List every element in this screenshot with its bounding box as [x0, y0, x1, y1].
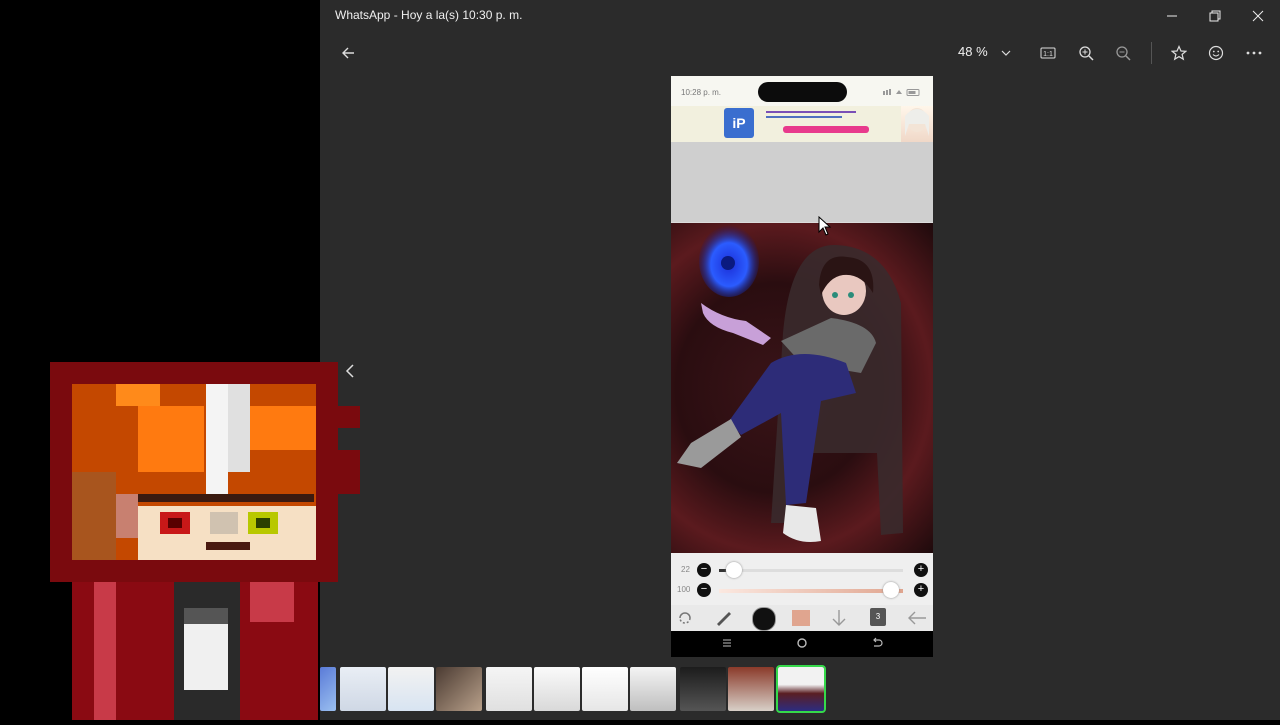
chevron-down-icon — [1001, 50, 1011, 56]
ad-text — [766, 109, 866, 124]
back-button[interactable] — [334, 40, 362, 66]
thumbnail-item[interactable] — [486, 667, 532, 711]
pixel-avatar-overlay — [50, 362, 360, 720]
zoom-dropdown[interactable] — [992, 40, 1020, 66]
zoom-level[interactable]: 48 % — [958, 44, 988, 59]
opacity-slider-track[interactable] — [719, 589, 903, 593]
back-nav-icon[interactable] — [871, 637, 883, 652]
displayed-image[interactable]: 10:28 p. m. iP ↶ ☰ ▦ ◌ ✎ ▲ — [671, 76, 933, 657]
toolbar-divider — [1151, 42, 1152, 64]
minimize-button[interactable] — [1150, 0, 1194, 32]
zoom-in-icon — [1079, 46, 1094, 61]
thumbnail-item[interactable] — [436, 667, 482, 711]
battery-wifi-icon — [883, 89, 920, 96]
ad-cta-button[interactable] — [783, 126, 869, 133]
thumbnail-item[interactable] — [582, 667, 628, 711]
restore-icon — [1209, 10, 1221, 22]
size-decrease-button[interactable]: − — [697, 563, 711, 577]
opacity-slider-handle[interactable] — [883, 582, 899, 598]
color-picker-icon[interactable] — [752, 607, 776, 631]
collapse-panel-button[interactable] — [343, 362, 357, 380]
svg-text:1:1: 1:1 — [1043, 51, 1053, 58]
brush-sliders: 22 − + 100 − + — [671, 553, 933, 605]
ad-banner[interactable]: iP — [671, 106, 933, 142]
size-slider-track[interactable] — [719, 569, 903, 572]
app-logo-icon: iP — [724, 108, 754, 138]
opacity-decrease-button[interactable]: − — [697, 583, 711, 597]
android-nav-bar — [671, 631, 933, 657]
dynamic-island — [758, 82, 847, 102]
more-icon — [1246, 51, 1262, 55]
recent-apps-icon[interactable] — [721, 637, 733, 652]
arrow-left-icon — [342, 47, 354, 59]
thumbnail-strip — [320, 665, 840, 713]
home-icon[interactable] — [796, 637, 808, 652]
thumbnail-item[interactable] — [728, 667, 774, 711]
app-toolbar: ↶ ☰ ▦ ◌ ✎ ▲ — [671, 142, 933, 258]
chevron-left-icon — [345, 364, 354, 378]
size-slider-handle[interactable] — [725, 562, 742, 578]
close-icon — [1252, 10, 1264, 22]
zoom-out-icon — [1116, 46, 1131, 61]
mouse-cursor-icon — [818, 216, 832, 236]
back-arrow-icon[interactable] — [907, 610, 927, 626]
thumbnail-item-selected[interactable] — [776, 665, 826, 713]
layers-count-icon[interactable]: 3 — [870, 608, 886, 626]
phone-status-icons — [883, 88, 923, 98]
restore-button[interactable] — [1193, 0, 1237, 32]
bottom-tool-row: 3 — [671, 605, 933, 631]
brush-icon[interactable] — [715, 610, 733, 626]
zoom-in-button[interactable] — [1072, 40, 1100, 66]
actual-size-button[interactable]: 1:1 — [1034, 40, 1062, 66]
thumbnail-item[interactable] — [680, 667, 726, 711]
favorite-button[interactable] — [1165, 40, 1193, 66]
minimize-icon — [1167, 15, 1177, 17]
artwork-illustration — [677, 225, 903, 542]
thumbnail-item[interactable] — [534, 667, 580, 711]
transform-icon[interactable] — [677, 610, 693, 626]
brush-size-value: 22 — [681, 565, 690, 574]
opacity-value: 100 — [677, 585, 691, 594]
window-title: WhatsApp - Hoy a la(s) 10:30 p. m. — [335, 8, 523, 22]
phone-status-time: 10:28 p. m. — [681, 88, 722, 97]
opacity-increase-button[interactable]: + — [914, 583, 928, 597]
zoom-out-button[interactable] — [1109, 40, 1137, 66]
ad-character-image — [901, 106, 933, 142]
close-button[interactable] — [1236, 0, 1280, 32]
reaction-button[interactable] — [1202, 40, 1230, 66]
more-options-button[interactable] — [1240, 40, 1268, 66]
thumbnail-item[interactable] — [388, 667, 434, 711]
smiley-icon — [1208, 45, 1224, 61]
thumbnail-item[interactable] — [630, 667, 676, 711]
drawing-canvas[interactable] — [671, 223, 933, 553]
actual-size-icon: 1:1 — [1040, 47, 1056, 59]
brush-color-swatch[interactable] — [792, 610, 810, 626]
star-icon — [1171, 45, 1187, 61]
size-increase-button[interactable]: + — [914, 563, 928, 577]
arrow-down-icon[interactable] — [831, 609, 847, 627]
